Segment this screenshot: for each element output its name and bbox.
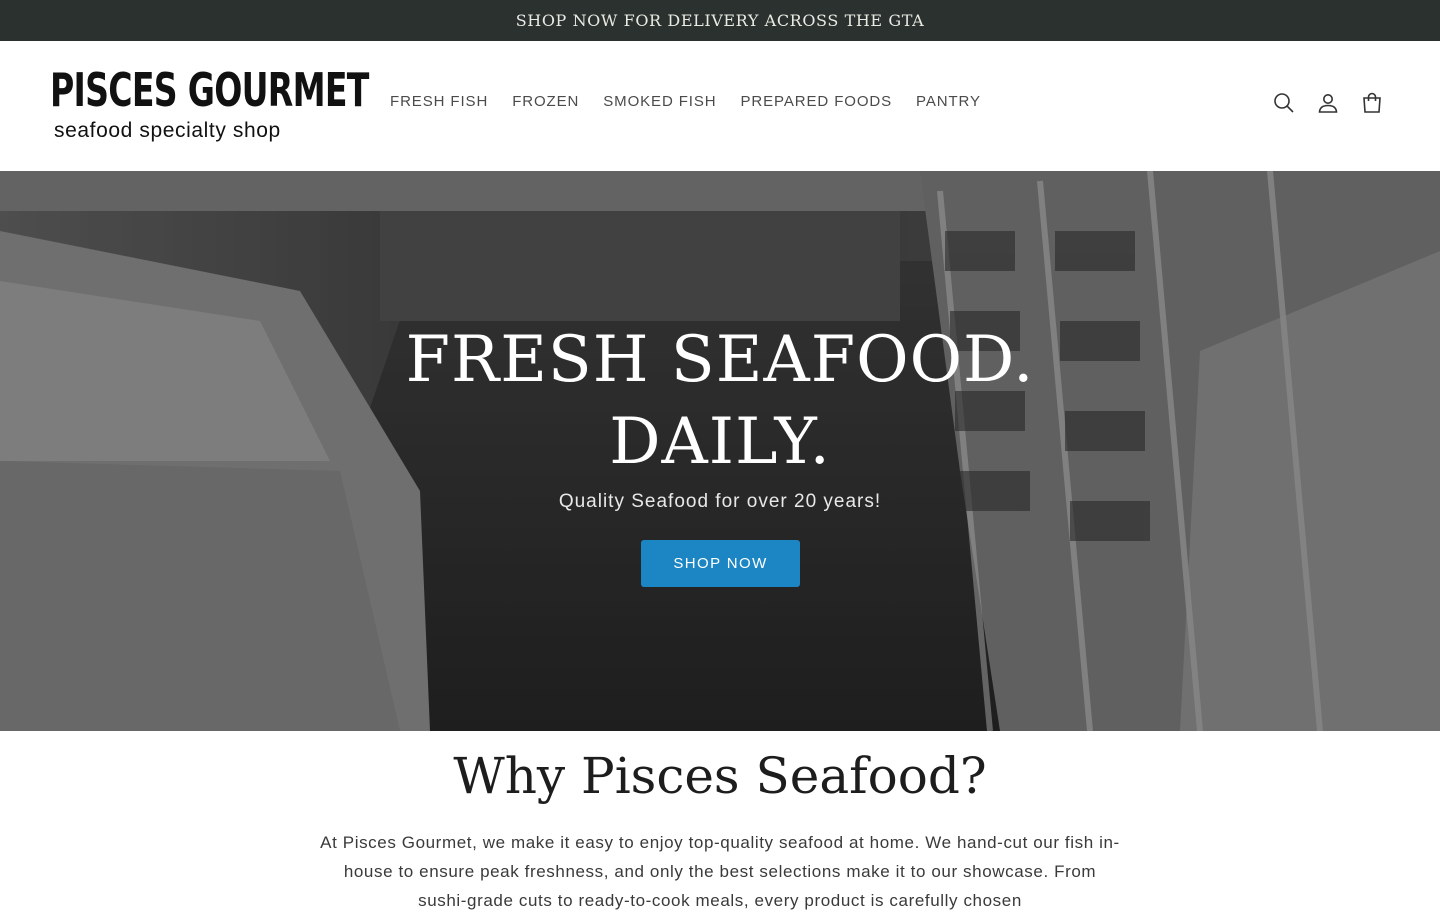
hero-title-line-1: FRESH SEAFOOD. (405, 323, 1035, 397)
announcement-text: SHOP NOW FOR DELIVERY ACROSS THE GTA (515, 11, 925, 30)
search-icon[interactable] (1272, 91, 1296, 115)
main-nav: FRESH FISH FROZEN SMOKED FISH PREPARED F… (378, 93, 993, 110)
logo-wordmark: PISCES GOURMET (50, 63, 369, 117)
hero-title: FRESH SEAFOOD. DAILY. (0, 319, 1440, 483)
announcement-bar: SHOP NOW FOR DELIVERY ACROSS THE GTA (0, 0, 1440, 41)
hero-title-line-2: DAILY. (609, 405, 831, 479)
why-section-title: Why Pisces Seafood? (453, 747, 987, 805)
cart-icon[interactable] (1360, 91, 1384, 115)
nav-item-smoked-fish[interactable]: SMOKED FISH (591, 93, 728, 110)
nav-item-prepared-foods[interactable]: PREPARED FOODS (729, 93, 905, 110)
logo-tagline: seafood specialty shop (54, 119, 281, 142)
why-section-body: At Pisces Gourmet, we make it easy to en… (320, 833, 1120, 910)
site-header: PISCES GOURMET seafood specialty shop FR… (0, 41, 1440, 171)
hero-subtitle: Quality Seafood for over 20 years! (558, 491, 882, 512)
store-logo[interactable]: PISCES GOURMET seafood specialty shop (50, 63, 369, 145)
header-icons (1272, 91, 1384, 115)
nav-item-fresh-fish[interactable]: FRESH FISH (378, 93, 500, 110)
nav-item-frozen[interactable]: FROZEN (500, 93, 591, 110)
nav-item-pantry[interactable]: PANTRY (904, 93, 993, 110)
account-icon[interactable] (1316, 91, 1340, 115)
shop-now-button[interactable]: SHOP NOW (641, 540, 800, 587)
hero-banner: FRESH SEAFOOD. DAILY. Quality Seafood fo… (0, 171, 1440, 731)
